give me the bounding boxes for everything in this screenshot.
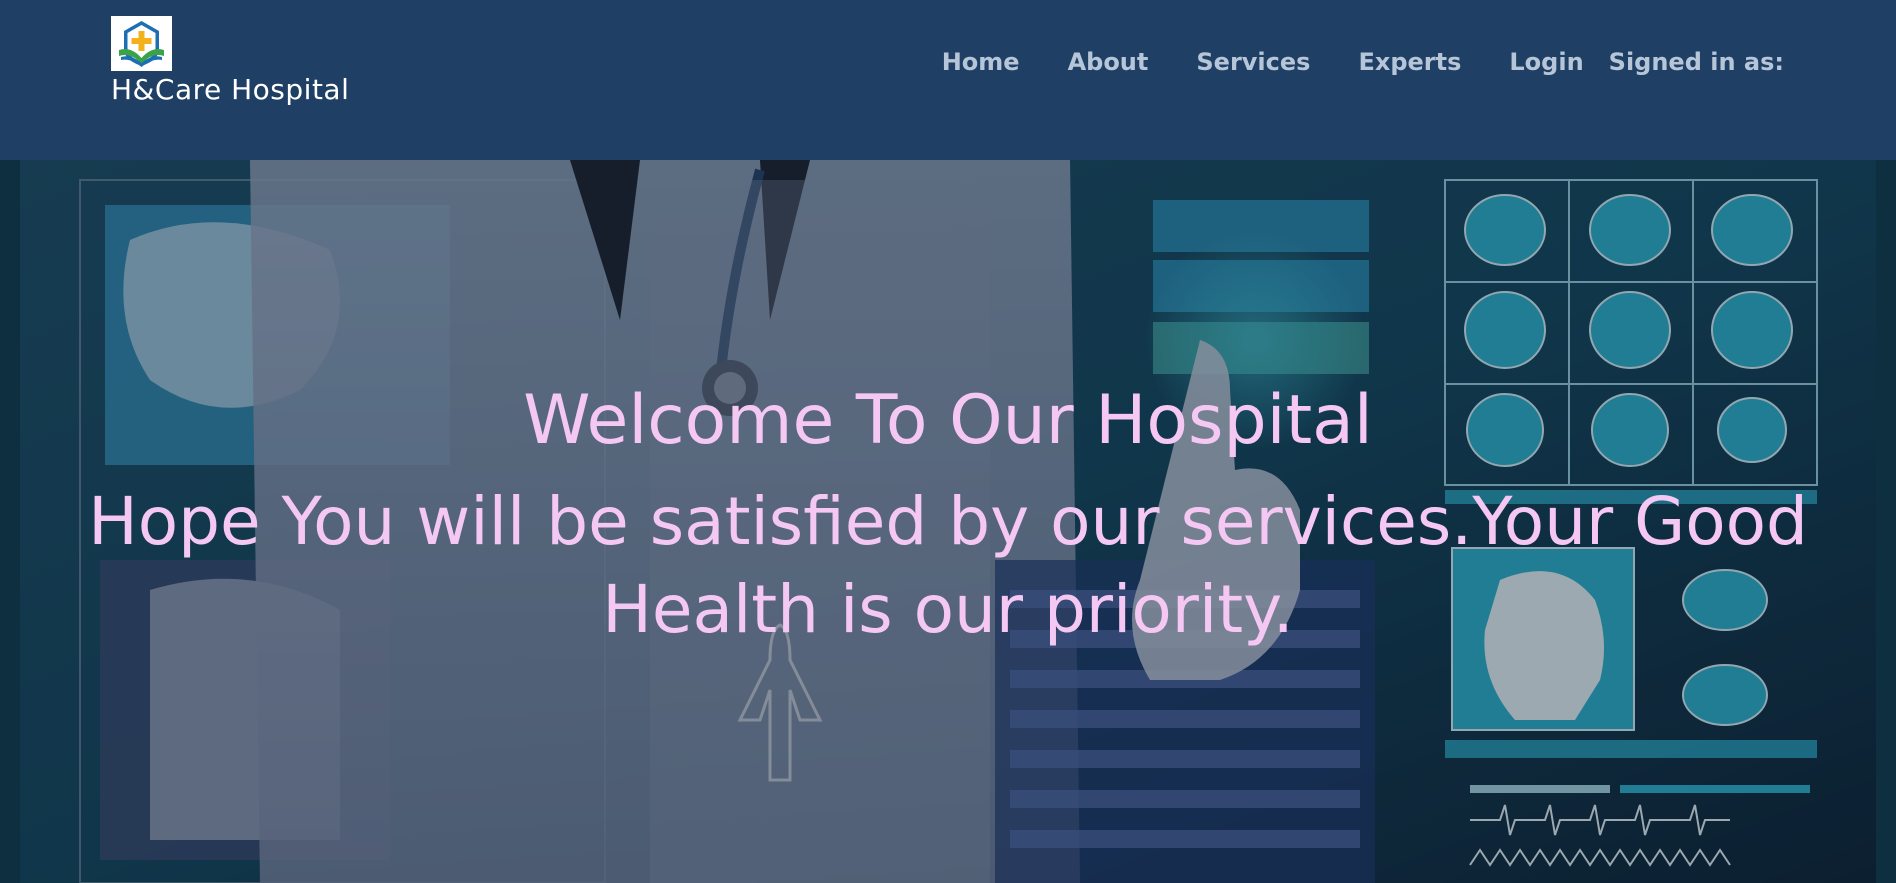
hero-banner: Welcome To Our Hospital Hope You will be… <box>0 160 1896 883</box>
brand-name[interactable]: H&Care Hospital <box>111 74 349 106</box>
top-navbar: H&Care Hospital Home About Services Expe… <box>0 0 1896 160</box>
hero-subtitle: Hope You will be satisfied by our servic… <box>88 483 1808 648</box>
signed-in-status: Signed in as: <box>1608 48 1784 76</box>
hospital-logo-icon <box>111 16 172 71</box>
brand[interactable]: H&Care Hospital <box>111 16 349 106</box>
hero-text: Welcome To Our Hospital Hope You will be… <box>0 160 1896 883</box>
nav-experts-link[interactable]: Experts <box>1358 48 1461 76</box>
nav-services-link[interactable]: Services <box>1196 48 1310 76</box>
nav-about-link[interactable]: About <box>1068 48 1149 76</box>
nav-home-link[interactable]: Home <box>942 48 1020 76</box>
nav-login-link[interactable]: Login <box>1509 48 1583 76</box>
hero-title: Welcome To Our Hospital <box>523 381 1373 460</box>
main-nav: Home About Services Experts Login Signed… <box>942 48 1784 76</box>
